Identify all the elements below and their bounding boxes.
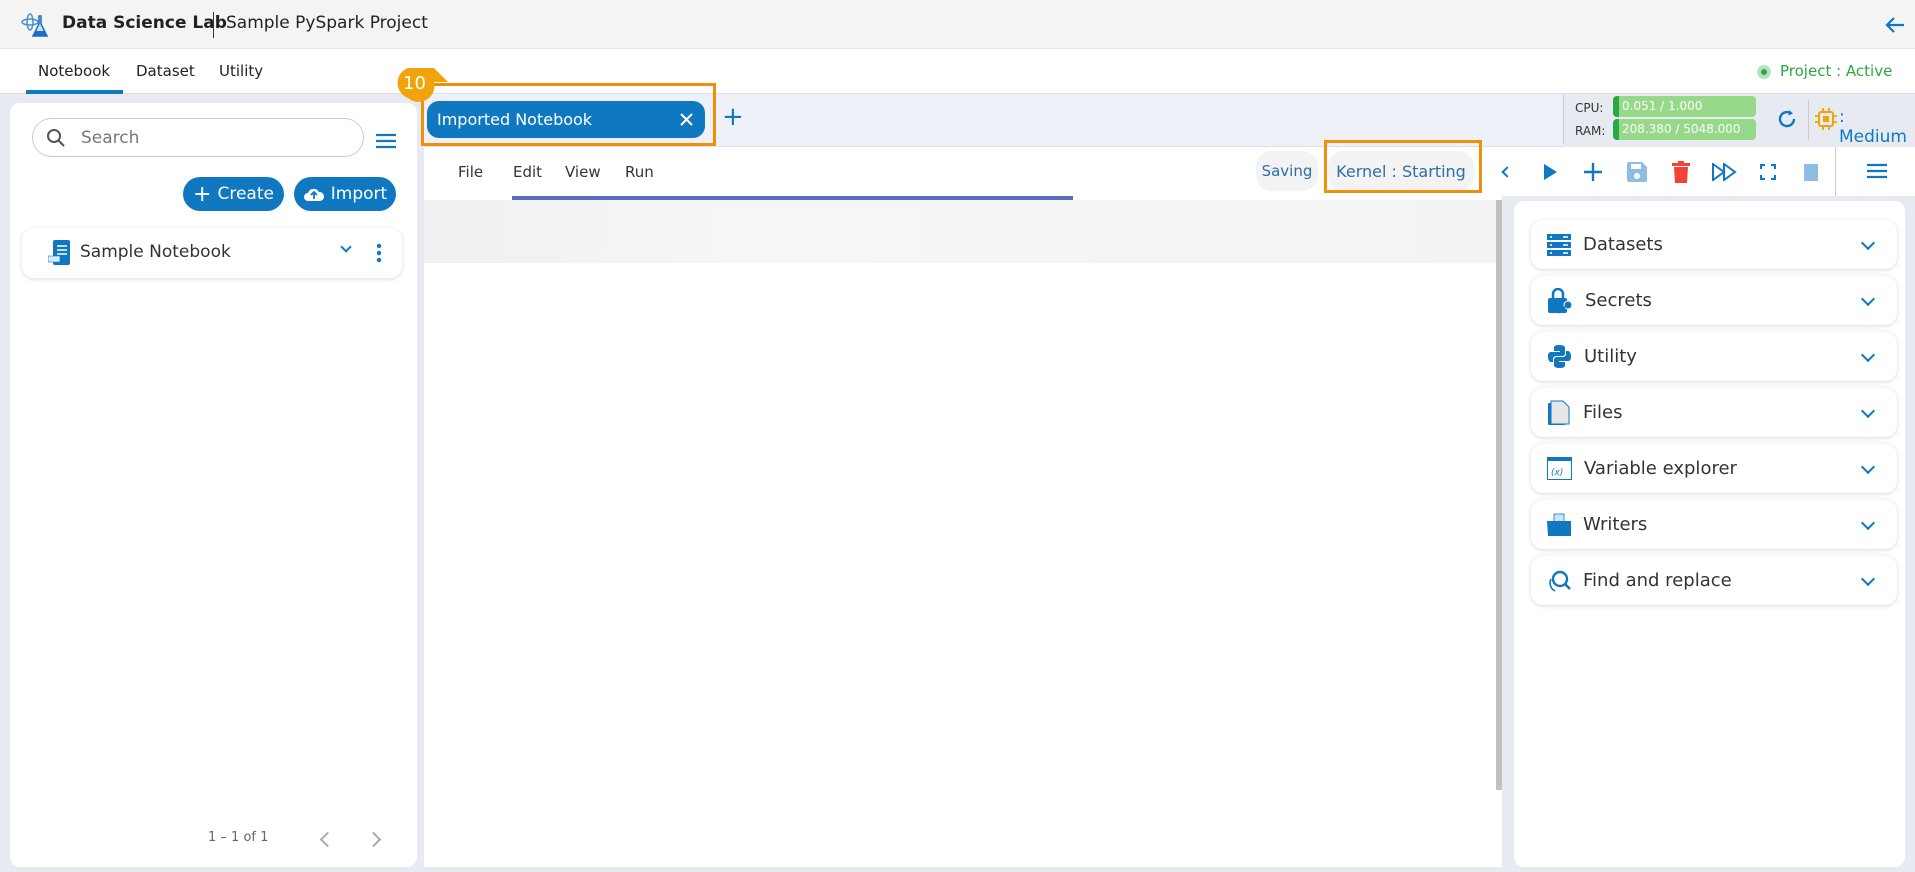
panel-menu-icon[interactable] xyxy=(1867,163,1887,179)
ram-label: RAM: xyxy=(1575,124,1606,138)
prev-page-icon[interactable] xyxy=(319,831,336,848)
save-icon[interactable] xyxy=(1627,162,1647,182)
loading-progress-bar xyxy=(512,196,1073,200)
file-icon xyxy=(1548,400,1570,425)
project-name: Sample PySpark Project xyxy=(226,13,428,33)
panel-item-secrets[interactable]: Secrets xyxy=(1531,276,1897,325)
active-tab-indicator xyxy=(26,90,123,94)
panel-item-variable-explorer[interactable]: (x) Variable explorer xyxy=(1531,444,1897,493)
panel-item-find-replace[interactable]: Find and replace xyxy=(1531,556,1897,605)
chevron-down-icon xyxy=(1860,291,1876,306)
notebook-list-panel: Search + Create Import Sample Notebook 1 … xyxy=(10,103,417,867)
import-label: Import xyxy=(330,184,388,204)
delete-icon[interactable] xyxy=(1672,161,1690,183)
pagination-text: 1 – 1 of 1 xyxy=(208,830,269,845)
panel-item-label: Datasets xyxy=(1583,234,1663,255)
run-all-icon[interactable] xyxy=(1712,163,1738,181)
step-badge: 10 xyxy=(403,73,426,94)
divider xyxy=(213,12,214,38)
top-tabs: Notebook Dataset Utility Project : Activ… xyxy=(0,49,1915,94)
lab-logo-icon xyxy=(21,13,49,37)
project-status: Project : Active xyxy=(1780,62,1893,80)
panel-item-writers[interactable]: Writers xyxy=(1531,500,1897,549)
panel-item-label: Writers xyxy=(1583,514,1648,535)
search-input[interactable]: Search xyxy=(32,118,364,157)
chevron-down-icon xyxy=(1860,459,1876,474)
panel-item-datasets[interactable]: Datasets xyxy=(1531,220,1897,269)
python-icon xyxy=(1548,345,1571,368)
panel-item-label: Variable explorer xyxy=(1584,458,1737,479)
fullscreen-icon[interactable] xyxy=(1760,164,1776,180)
divider xyxy=(1835,147,1836,196)
chevron-down-icon xyxy=(1860,403,1876,418)
variable-icon: (x) xyxy=(1547,457,1572,480)
chevron-down-icon xyxy=(1860,347,1876,362)
panel-item-files[interactable]: Files xyxy=(1531,388,1897,437)
plus-icon: + xyxy=(193,181,212,207)
tab-dataset[interactable]: Dataset xyxy=(136,62,195,80)
ram-usage-bar: 208.380 / 5048.000 xyxy=(1613,119,1756,140)
back-arrow-icon[interactable] xyxy=(1884,15,1906,35)
panel-item-label: Secrets xyxy=(1585,290,1652,311)
cloud-upload-icon xyxy=(303,188,324,201)
notebook-list-item[interactable]: Sample Notebook xyxy=(22,228,402,278)
import-button[interactable]: Import xyxy=(294,177,396,211)
panel-item-utility[interactable]: Utility xyxy=(1531,332,1897,381)
folder-icon xyxy=(1547,513,1571,536)
search-icon xyxy=(47,129,65,147)
compute-size: : Medium xyxy=(1839,107,1907,147)
app-name: Data Science Lab xyxy=(62,13,227,33)
scrollbar[interactable] xyxy=(1496,200,1502,790)
panel-item-label: Find and replace xyxy=(1583,570,1732,591)
datasets-icon xyxy=(1547,233,1571,256)
tab-notebook[interactable]: Notebook xyxy=(38,62,110,80)
lock-key-icon xyxy=(1548,287,1573,314)
app-header: Data Science Lab Sample PySpark Project xyxy=(0,0,1915,49)
cpu-label: CPU: xyxy=(1575,101,1604,115)
previous-cell-icon[interactable] xyxy=(1495,160,1519,184)
status-dot-icon xyxy=(1757,65,1771,79)
add-tab-icon[interactable]: + xyxy=(722,102,744,132)
chevron-down-icon xyxy=(1860,515,1876,530)
menu-file[interactable]: File xyxy=(458,163,483,181)
create-button[interactable]: + Create xyxy=(183,177,284,211)
divider xyxy=(1808,100,1809,140)
chevron-down-icon[interactable] xyxy=(340,241,352,253)
menu-run[interactable]: Run xyxy=(625,163,654,181)
notebook-name: Sample Notebook xyxy=(80,242,231,262)
panel-item-label: Utility xyxy=(1584,346,1637,367)
more-options-icon[interactable] xyxy=(376,243,382,263)
run-icon[interactable] xyxy=(1543,164,1557,180)
create-label: Create xyxy=(217,184,274,204)
highlight-box xyxy=(421,83,716,146)
add-cell-icon[interactable] xyxy=(1584,163,1602,181)
svg-text:(x): (x) xyxy=(1551,468,1563,478)
panel-item-label: Files xyxy=(1583,402,1623,423)
chevron-down-icon xyxy=(1860,235,1876,250)
stop-icon[interactable] xyxy=(1804,164,1818,181)
chip-icon xyxy=(1815,108,1837,130)
menu-edit[interactable]: Edit xyxy=(513,163,542,181)
divider xyxy=(1563,94,1564,144)
saving-status: Saving xyxy=(1256,151,1318,191)
refresh-icon[interactable] xyxy=(1776,108,1798,130)
highlight-box xyxy=(1324,140,1482,193)
notebook-cell-placeholder xyxy=(424,200,1496,263)
menu-view[interactable]: View xyxy=(565,163,601,181)
list-menu-icon[interactable] xyxy=(376,133,396,149)
cpu-usage-bar: 0.051 / 1.000 xyxy=(1613,96,1756,117)
find-replace-icon xyxy=(1549,570,1571,592)
notebook-editor[interactable] xyxy=(424,196,1502,867)
notebook-icon xyxy=(48,240,70,265)
search-placeholder: Search xyxy=(81,128,140,148)
tab-utility[interactable]: Utility xyxy=(219,62,263,80)
chevron-down-icon xyxy=(1860,571,1876,586)
next-page-icon[interactable] xyxy=(365,831,382,848)
